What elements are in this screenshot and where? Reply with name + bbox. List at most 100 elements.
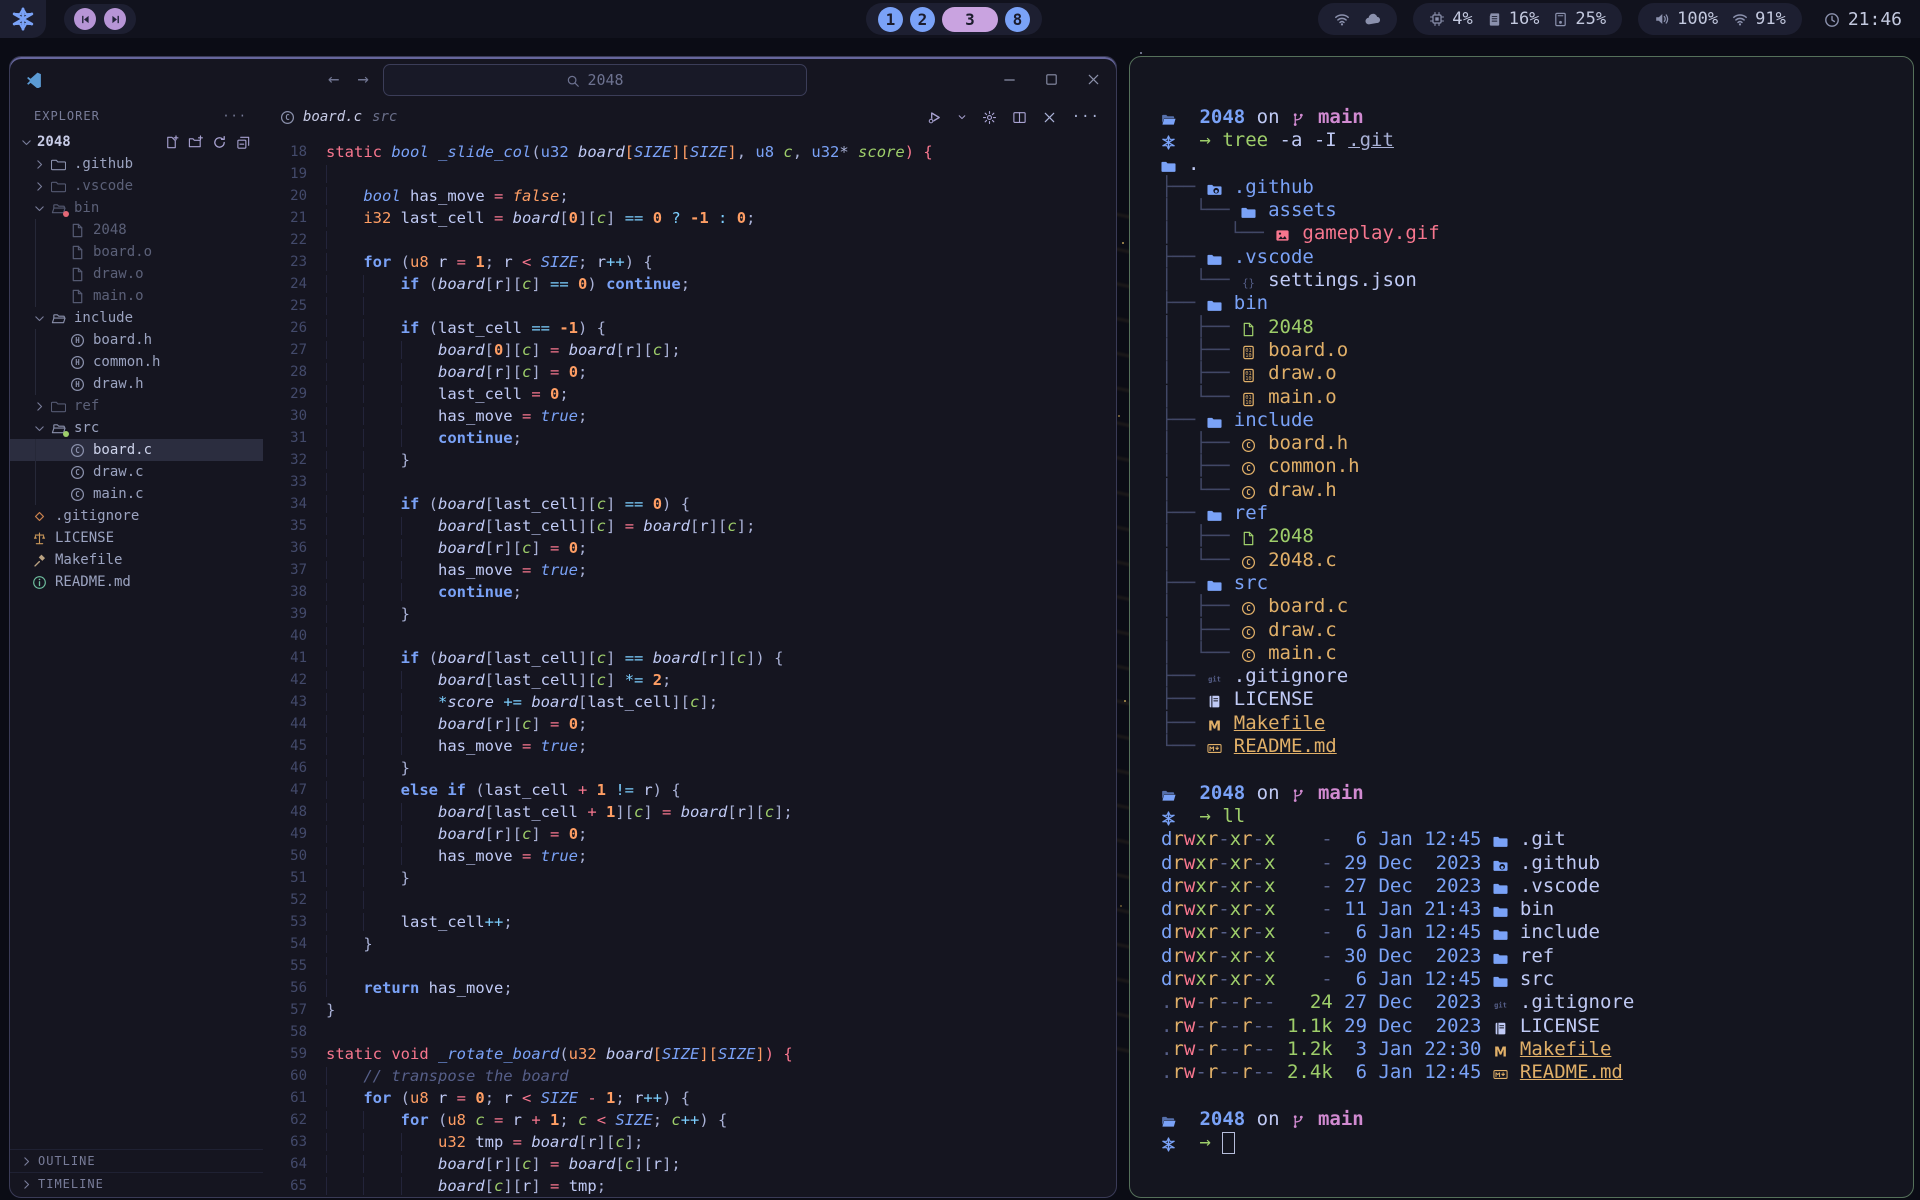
collapse-all-button[interactable] <box>236 134 251 150</box>
explorer-item-bin[interactable]: bin <box>10 197 263 219</box>
terminal-token: -- <box>1218 1061 1241 1083</box>
run-button[interactable] <box>927 109 942 125</box>
explorer-root-folder[interactable]: 2048 <box>10 131 263 153</box>
terminal-token: main <box>1318 1108 1364 1130</box>
code-token: ( <box>429 319 438 337</box>
explorer-item-.gitignore[interactable]: .gitignore <box>10 505 263 527</box>
explorer-more-button[interactable]: ··· <box>222 109 247 123</box>
explorer-item-main.o[interactable]: main.o <box>10 285 263 307</box>
nav-back-button[interactable]: ← <box>328 68 339 90</box>
code-token: 1 <box>606 803 615 821</box>
code-token <box>326 627 363 645</box>
media-prev-button[interactable] <box>74 8 96 30</box>
more-button[interactable]: ··· <box>1072 109 1100 125</box>
refresh-button[interactable] <box>212 134 227 150</box>
terminal-token: ├── <box>1161 409 1207 431</box>
terminal-token: - <box>1218 828 1229 850</box>
code-token: ? <box>671 209 690 227</box>
media-next-button[interactable] <box>104 8 126 30</box>
explorer-item-include[interactable]: include <box>10 307 263 329</box>
terminal-token: . <box>1161 1038 1172 1060</box>
explorer-item-board.o[interactable]: board.o <box>10 241 263 263</box>
sidebar-section-timeline[interactable]: TIMELINE <box>10 1172 263 1195</box>
sidebar-section-outline[interactable]: OUTLINE <box>10 1149 263 1172</box>
explorer-item-main.c[interactable]: Cmain.c <box>10 483 263 505</box>
code-token <box>363 451 400 469</box>
code-token: < <box>522 253 541 271</box>
explorer-item-draw.h[interactable]: Hdraw.h <box>10 373 263 395</box>
explorer-item-draw.c[interactable]: Cdraw.c <box>10 461 263 483</box>
code-token: [ <box>615 1155 624 1173</box>
terminal-token: r <box>1241 898 1252 920</box>
terminal-token: x <box>1264 945 1275 967</box>
code-token: last_cell <box>494 649 578 667</box>
explorer-item-draw.o[interactable]: draw.o <box>10 263 263 285</box>
code-token: c <box>653 341 662 359</box>
code-token: 0 <box>569 209 578 227</box>
terminal-line: drwxr-xr-x - 27 Dec 2023 .vscode <box>1161 875 1905 898</box>
gear-button[interactable] <box>982 109 997 125</box>
window-maximize-button[interactable] <box>1042 72 1060 87</box>
code-token: = <box>522 407 541 425</box>
new-folder-button[interactable] <box>188 134 203 150</box>
explorer-item-.vscode[interactable]: .vscode <box>10 175 263 197</box>
explorer-item-board.c[interactable]: Cboard.c <box>10 439 263 461</box>
terminal-line: │ ├── 0110board.o <box>1161 339 1905 362</box>
binfile-icon: 0110 <box>1241 388 1268 411</box>
cpu-value: 4% <box>1452 9 1472 29</box>
svg-text:{}: {} <box>1242 278 1254 290</box>
code-token: ; <box>578 363 587 381</box>
nix-launcher-button[interactable] <box>0 0 46 38</box>
explorer-item-Makefile[interactable]: Makefile <box>10 549 263 571</box>
code-token: 0 <box>737 209 746 227</box>
split-editor-button[interactable] <box>1012 109 1027 125</box>
code-line-57: 57} <box>263 999 1116 1021</box>
explorer-item-LICENSE[interactable]: LICENSE <box>10 527 263 549</box>
vscode-window: ← → 2048 EXPLORER ··· 2048 .github.vsco <box>9 56 1117 1198</box>
tab-filename[interactable]: board.c <box>303 109 362 125</box>
code-token: : <box>718 209 737 227</box>
workspace-2[interactable]: 2 <box>910 7 935 32</box>
new-file-button[interactable] <box>164 134 179 150</box>
terminal-line: .rw-r--r-- 2.4k 6 Jan 12:45 README.md <box>1161 1061 1905 1084</box>
svg-text:10: 10 <box>1245 400 1251 406</box>
nav-forward-button[interactable]: → <box>357 68 368 90</box>
explorer-item-common.h[interactable]: Hcommon.h <box>10 351 263 373</box>
explorer-item-ref[interactable]: ref <box>10 395 263 417</box>
code-token <box>363 385 400 403</box>
terminal-token: - <box>1276 968 1345 990</box>
code-token: = <box>550 715 569 733</box>
explorer-item-2048[interactable]: 2048 <box>10 219 263 241</box>
workspace-1[interactable]: 1 <box>878 7 903 32</box>
code-token: c <box>783 143 792 161</box>
terminal-content[interactable]: 2048 on main → tree -a -I .git.├── .gith… <box>1161 106 1905 1191</box>
close-button[interactable] <box>1042 109 1057 125</box>
chev-down-sm-button[interactable] <box>957 109 967 125</box>
code-token: * <box>438 693 447 711</box>
terminal-line: ├── .vscode <box>1161 246 1905 269</box>
window-close-button[interactable] <box>1084 72 1102 87</box>
window-minimize-button[interactable] <box>1000 72 1018 87</box>
workspace-8[interactable]: 8 <box>1005 7 1030 32</box>
explorer-item-README.md[interactable]: README.md <box>10 571 263 593</box>
code-token: u8 <box>410 253 438 271</box>
code-token: ++ <box>485 913 504 931</box>
code-editor[interactable]: 18static bool _slide_col(u32 board[SIZE]… <box>263 141 1116 1197</box>
explorer-item-src[interactable]: src <box>10 417 263 439</box>
code-token: 2 <box>653 671 662 689</box>
code-line-42: 42 board[last_cell][c] *= 2; <box>263 669 1116 691</box>
explorer-item-.github[interactable]: .github <box>10 153 263 175</box>
code-token: board <box>438 517 485 535</box>
code-line-33: 33 <box>263 471 1116 493</box>
code-token <box>326 407 363 425</box>
code-token: r <box>494 275 503 293</box>
code-token <box>363 759 400 777</box>
workspace-3-active[interactable]: 3 <box>942 7 998 32</box>
command-center-search[interactable]: 2048 <box>383 64 807 96</box>
code-token: ] <box>531 341 550 359</box>
nix-icon <box>1161 807 1188 830</box>
code-token: bool <box>363 187 410 205</box>
terminal-token: x <box>1230 852 1241 874</box>
terminal-token: ├── <box>1161 292 1207 314</box>
explorer-item-board.h[interactable]: Hboard.h <box>10 329 263 351</box>
